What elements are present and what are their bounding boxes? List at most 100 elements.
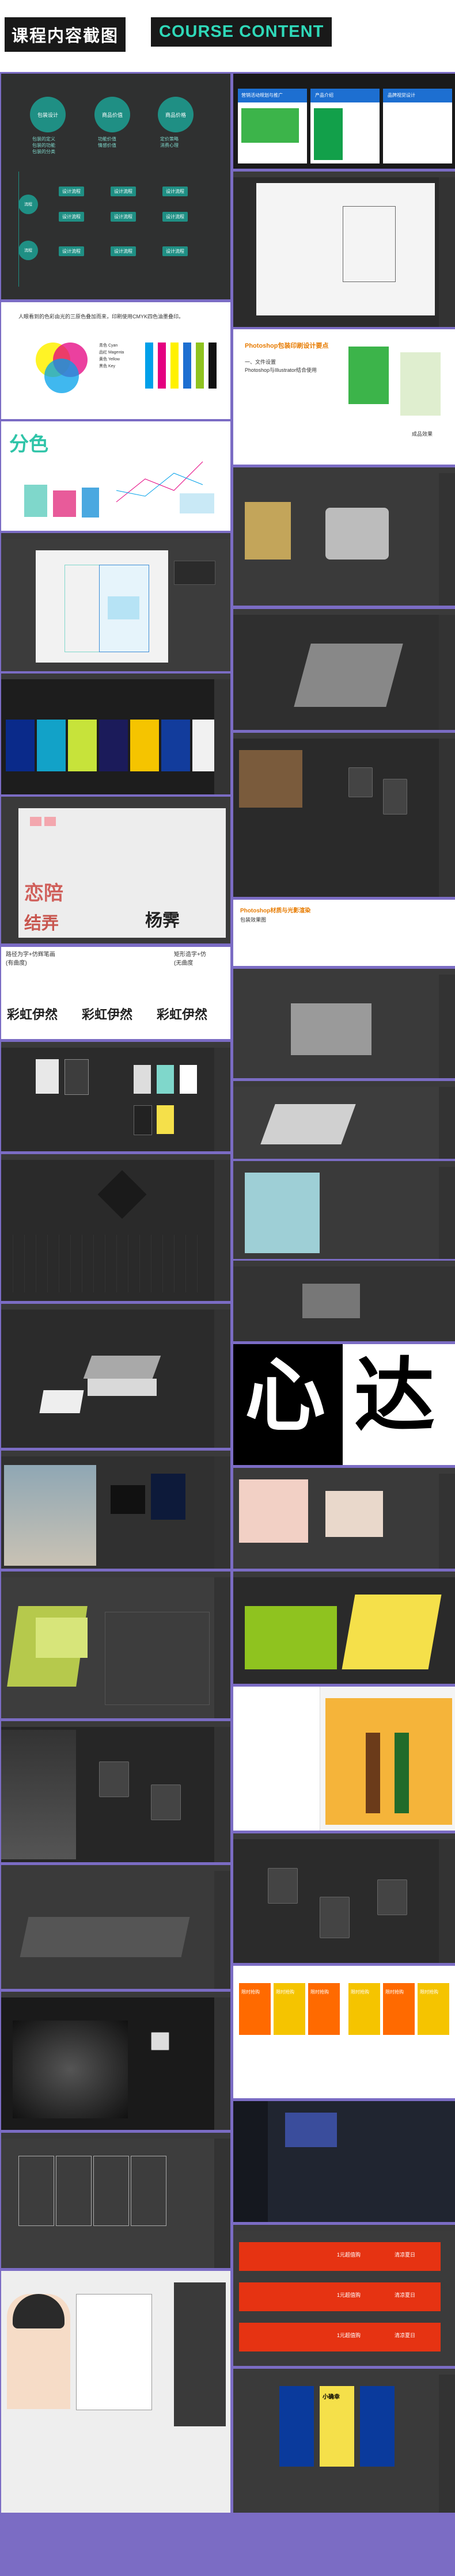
flow-step: 设计流程 (111, 187, 136, 196)
dialog-panel (174, 561, 215, 585)
viewport-grid (13, 1235, 208, 1292)
app-toolbar (1, 797, 230, 802)
package-mockup (82, 488, 99, 518)
right-panel-16-nodes (233, 1833, 455, 1963)
app-toolbar (1, 674, 230, 679)
properties-sidebar (439, 1087, 455, 1159)
flow-step: 设计流程 (111, 246, 136, 256)
right-panel-2-dieline (233, 172, 455, 327)
flow-step: 设计流程 (59, 187, 84, 196)
card-title: 产品介绍 (315, 93, 333, 98)
render-image (239, 1479, 308, 1543)
flow-step: 设计流程 (162, 212, 188, 222)
card-title: 营销活动规划与推广 (241, 93, 283, 98)
right-panel-6-node-editor (233, 733, 455, 897)
properties-sidebar (214, 1456, 230, 1569)
render-preview (111, 1485, 145, 1514)
rainbow-word: 彩虹伊然 (82, 1007, 133, 1022)
left-panel-11-render (1, 1451, 230, 1569)
3d-object (97, 1170, 147, 1219)
banner-tag: 清凉夏日 (395, 2292, 416, 2298)
properties-sidebar (439, 1839, 455, 1963)
banner-badge: 1元超值购 (337, 2252, 361, 2258)
right-panel-14-green-pack (233, 1572, 455, 1684)
big-character: 心 (245, 1349, 326, 1443)
poster (6, 720, 35, 771)
app-toolbar (1, 1042, 230, 1048)
mindmap-note: 包装的定义 包装的功能 包装的分类 (32, 136, 55, 154)
caption: 矩形造字+仿 (无曲度 (174, 952, 206, 967)
app-toolbar (233, 2225, 455, 2231)
render-image (325, 1491, 383, 1537)
app-toolbar (233, 1081, 455, 1087)
poster-label: 小确幸 (323, 2394, 340, 2400)
3d-box (260, 1104, 356, 1144)
mindmap-note: 功能价值 情感价值 (98, 136, 116, 148)
right-panel-10-render (233, 1161, 455, 1259)
properties-panel (174, 2282, 226, 2426)
header: 课程内容截图 COURSE CONTENT (0, 0, 455, 72)
app-toolbar (233, 1468, 455, 1474)
right-panel-12-typography: 心 达 (233, 1344, 455, 1465)
app-toolbar (233, 2369, 455, 2375)
render-image (245, 1173, 320, 1253)
properties-sidebar (439, 1167, 455, 1259)
can-object (325, 508, 389, 560)
package-mockup (24, 485, 47, 517)
phone-mockup (314, 108, 343, 160)
right-panel-7-tutorial: Photoshop材质与光影渲染 包装效果图 (233, 900, 455, 966)
green-card (241, 108, 299, 143)
mockup-card (134, 1105, 152, 1135)
right-panel-20-posters: 小确幸 (233, 2369, 455, 2513)
poster (130, 720, 159, 771)
app-toolbar (1, 1572, 230, 1577)
separation-diagram (116, 461, 214, 513)
cmyk-description: 人眼看到的色彩由光的三原色叠加而来，印刷使用CMYK四色油墨叠印。 (18, 314, 184, 319)
left-panel-7-type-rainbow: 路径为字+仿辉笔画 (有曲度) 矩形造字+仿 (无曲度 彩虹伊然 彩虹伊然 彩虹… (1, 947, 230, 1039)
page-title-en: COURSE CONTENT (151, 17, 332, 47)
poster (161, 720, 190, 771)
properties-sidebar (439, 1266, 455, 1341)
node-box (151, 2032, 169, 2050)
yellow-pack (342, 1595, 442, 1669)
right-panel-17-promo-cards: 限时抢购 限时抢购 限时抢购 限时抢购 限时抢购 限时抢购 (233, 1966, 455, 2098)
left-panel-15-dark-render (1, 1992, 230, 2130)
package-product-image (108, 596, 139, 619)
big-character: 达 (354, 1349, 435, 1443)
dieline (93, 2156, 129, 2226)
properties-sidebar (214, 1727, 230, 1862)
tutorial-text: 一、文件设置 (245, 359, 276, 365)
green-pack (245, 1606, 337, 1669)
promo-label: 限时抢购 (351, 1989, 369, 1995)
can-object (245, 502, 291, 560)
package-mockup (53, 490, 76, 517)
poster (99, 720, 128, 771)
mockup-card (157, 1105, 174, 1134)
render-preview (13, 2021, 128, 2118)
left-panel-3-color-separation: 分色 (1, 421, 230, 531)
promo-label: 限时抢购 (310, 1989, 329, 1995)
node-box (151, 1784, 181, 1820)
left-panel-9-3d (1, 1154, 230, 1301)
app-toolbar (233, 467, 455, 473)
left-panel-12-green-chair (1, 1572, 230, 1718)
mindmap-node: 商品价格 (158, 97, 194, 132)
banner-badge: 1元超值购 (337, 2333, 361, 2338)
properties-sidebar (439, 975, 455, 1078)
3d-object (302, 1284, 360, 1318)
flow-step: 设计流程 (111, 212, 136, 222)
app-toolbar (1, 1865, 230, 1871)
flow-node: 流程 (18, 195, 38, 214)
right-panel-1-app-cards: 营销活动规划与推广 产品介绍 品牌视觉设计 (233, 74, 455, 169)
cmyk-legend-item: 品红 Magenta (99, 351, 124, 355)
mindmap-node: 商品价值 (94, 97, 130, 132)
right-panel-3-tutorial: Photoshop包装印刷设计要点 一、文件设置 Photoshop与Illus… (233, 329, 455, 465)
left-panel-16-dieline (1, 2133, 230, 2268)
color-bar (208, 343, 217, 389)
layers-sidebar (214, 1048, 230, 1151)
node-box (99, 1761, 129, 1797)
app-toolbar (233, 1261, 455, 1266)
cmyk-venn (36, 343, 88, 393)
right-panel-9-3d-box (233, 1081, 455, 1159)
flow-step: 设计流程 (59, 212, 84, 222)
